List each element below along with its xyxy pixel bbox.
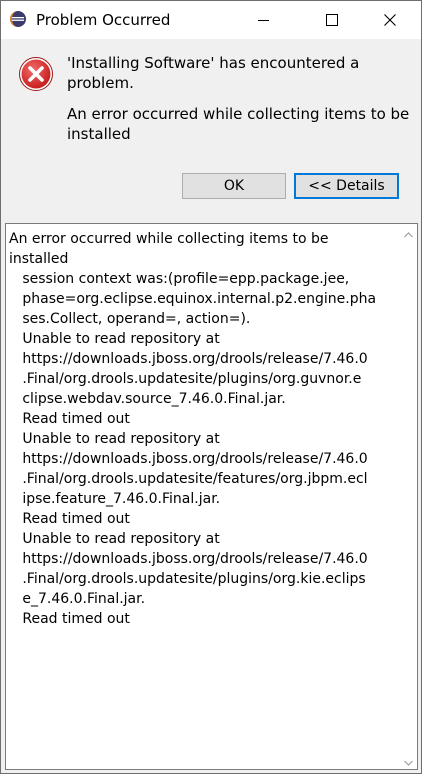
details-button[interactable]: << Details [294,173,399,199]
details-line: An error occurred while collecting items… [9,231,329,247]
chevron-down-icon [404,751,413,770]
details-line: phase=org.eclipse.equinox.internal.p2.en… [9,291,377,307]
details-line: Read timed out [9,611,130,627]
minimize-icon [258,14,270,26]
error-icon [18,56,54,92]
details-text-area[interactable]: An error occurred while collecting items… [5,223,418,770]
details-line: https://downloads.jboss.org/drools/relea… [9,351,368,367]
details-text: An error occurred while collecting items… [9,229,395,629]
details-line: Unable to read repository at [9,331,220,347]
close-icon [384,14,396,26]
window-title: Problem Occurred [36,11,171,29]
details-line: https://downloads.jboss.org/drools/relea… [9,451,368,467]
details-line: session context was:(profile=epp.package… [9,271,350,287]
details-line: .Final/org.drools.updatesite/plugins/org… [9,371,362,387]
vertical-scrollbar[interactable] [400,224,417,769]
details-line: https://downloads.jboss.org/drools/relea… [9,551,368,567]
error-title: 'Installing Software' has encountered a … [67,54,360,92]
details-line: Read timed out [9,511,130,527]
details-line: .Final/org.drools.updatesite/plugins/org… [9,571,366,587]
details-line: ses.Collect, operand=, action=). [9,311,251,327]
scroll-up-button[interactable] [400,224,417,241]
scroll-down-button[interactable] [400,752,417,769]
error-summary: An error occurred while collecting items… [67,105,410,143]
maximize-icon [326,14,338,26]
details-line: installed [9,251,69,267]
details-line: clipse.webdav.source_7.46.0.Final.jar. [9,391,286,407]
details-line: ipse.feature_7.46.0.Final.jar. [9,491,221,507]
close-button[interactable] [367,1,413,39]
problem-dialog: Problem Occurred 'Installing Software' h… [0,0,422,774]
ok-button[interactable]: OK [182,173,286,199]
chevron-up-icon [404,223,413,242]
maximize-button[interactable] [309,1,355,39]
details-line: Read timed out [9,411,130,427]
eclipse-icon[interactable] [9,10,27,28]
details-line: Unable to read repository at [9,531,220,547]
details-line: Unable to read repository at [9,431,220,447]
title-bar[interactable]: Problem Occurred [1,1,421,39]
details-line: e_7.46.0.Final.jar. [9,591,146,607]
details-line: .Final/org.drools.updatesite/features/or… [9,471,368,487]
minimize-button[interactable] [241,1,287,39]
